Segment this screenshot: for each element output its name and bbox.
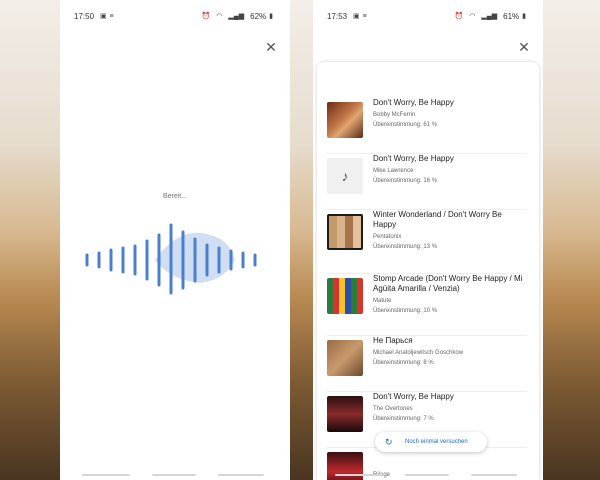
wifi-icon: ◠	[469, 13, 476, 20]
result-artist: Pentatonix	[373, 234, 402, 240]
result-title: Don't Worry, Be Happy	[373, 98, 454, 107]
result-match: Übereinstimmung: 10 %	[373, 308, 438, 314]
album-art	[327, 278, 363, 314]
result-match: Übereinstimmung: 61 %	[373, 122, 438, 128]
listening-status: Bereit...	[162, 193, 188, 200]
battery-level: 62%	[250, 11, 267, 21]
retry-label: Noch einmal versuchen	[405, 439, 468, 445]
retry-button[interactable]: ↻ Noch einmal versuchen	[375, 432, 487, 452]
album-art	[327, 214, 363, 250]
battery-icon: ▮	[522, 13, 526, 20]
result-artist: Bobby McFerrin	[373, 112, 416, 118]
result-artist: Michael Anatoljewitsch Goschkow	[373, 350, 464, 356]
right-phone-screen: 17:53 ▣ ≡ ⏰ ◠ ▂▄▆ 61% ▮ ✕ Don't Worry, B…	[313, 0, 543, 480]
result-artist: Mike Lawrence	[373, 168, 414, 174]
result-artist: Matute	[373, 298, 392, 304]
menu-notification-icon: ≡	[362, 12, 367, 20]
result-match: Übereinstimmung: 13 %	[373, 244, 438, 250]
nav-bar-center[interactable]	[405, 474, 449, 476]
result-title: Don't Worry, Be Happy	[373, 392, 454, 401]
status-time: 17:53	[327, 11, 348, 21]
wifi-icon: ◠	[216, 13, 223, 20]
alarm-icon: ⏰	[201, 13, 211, 20]
nav-bar-right[interactable]	[218, 474, 264, 476]
close-icon[interactable]: ✕	[517, 40, 531, 54]
battery-icon: ▮	[269, 13, 273, 20]
status-time: 17:50	[74, 11, 95, 21]
result-match: Übereinstimmung: 8 %	[373, 360, 434, 366]
nav-bar-left[interactable]	[82, 474, 130, 476]
album-art	[327, 102, 363, 138]
result-item[interactable]: Winter Wonderland / Don't Worry Be Happy…	[327, 210, 527, 274]
results-sheet: Don't Worry, Be Happy Bobby McFerrin Übe…	[317, 62, 539, 480]
status-bar: 17:50 ▣ ≡ ⏰ ◠ ▂▄▆ 62% ▮	[74, 9, 276, 23]
refresh-icon: ↻	[385, 436, 393, 447]
background-right	[543, 0, 600, 480]
nav-bar-left[interactable]	[335, 474, 383, 476]
album-art	[327, 396, 363, 432]
left-phone-screen: 17:50 ▣ ≡ ⏰ ◠ ▂▄▆ 62% ▮ ✕ Bereit...	[60, 0, 290, 480]
gallery-notification-icon: ▣	[353, 13, 360, 20]
result-item[interactable]: Stomp Arcade (Don't Worry Be Happy / Mi …	[327, 274, 527, 336]
album-art	[327, 340, 363, 376]
result-title: Winter Wonderland / Don't Worry Be Happy	[373, 210, 502, 229]
menu-notification-icon: ≡	[109, 12, 114, 20]
close-icon[interactable]: ✕	[264, 40, 278, 54]
nav-bar-center[interactable]	[152, 474, 196, 476]
gallery-notification-icon: ▣	[100, 13, 107, 20]
result-item[interactable]: ♪ Don't Worry, Be Happy Mike Lawrence Üb…	[327, 154, 527, 210]
result-title: Не Парься	[373, 336, 413, 345]
signal-icon: ▂▄▆	[228, 13, 245, 20]
alarm-icon: ⏰	[454, 13, 464, 20]
battery-level: 61%	[503, 11, 520, 21]
result-item[interactable]: Don't Worry, Be Happy Bobby McFerrin Übe…	[327, 98, 527, 154]
result-item[interactable]: Не Парься Michael Anatoljewitsch Goschko…	[327, 336, 527, 392]
result-title: Don't Worry, Be Happy	[373, 154, 454, 163]
nav-bar-right[interactable]	[471, 474, 517, 476]
background-middle	[290, 0, 313, 480]
result-artist: The Overtones	[373, 406, 413, 412]
waveform-bars	[85, 223, 257, 295]
music-note-icon: ♪	[327, 158, 363, 194]
result-match: Übereinstimmung: 7 %	[373, 416, 434, 422]
result-match: Übereinstimmung: 16 %	[373, 178, 438, 184]
result-title: Stomp Arcade (Don't Worry Be Happy / Mi …	[373, 274, 523, 293]
background-left	[0, 0, 60, 480]
audio-waveform	[85, 223, 257, 295]
signal-icon: ▂▄▆	[481, 13, 498, 20]
status-bar: 17:53 ▣ ≡ ⏰ ◠ ▂▄▆ 61% ▮	[327, 9, 529, 23]
